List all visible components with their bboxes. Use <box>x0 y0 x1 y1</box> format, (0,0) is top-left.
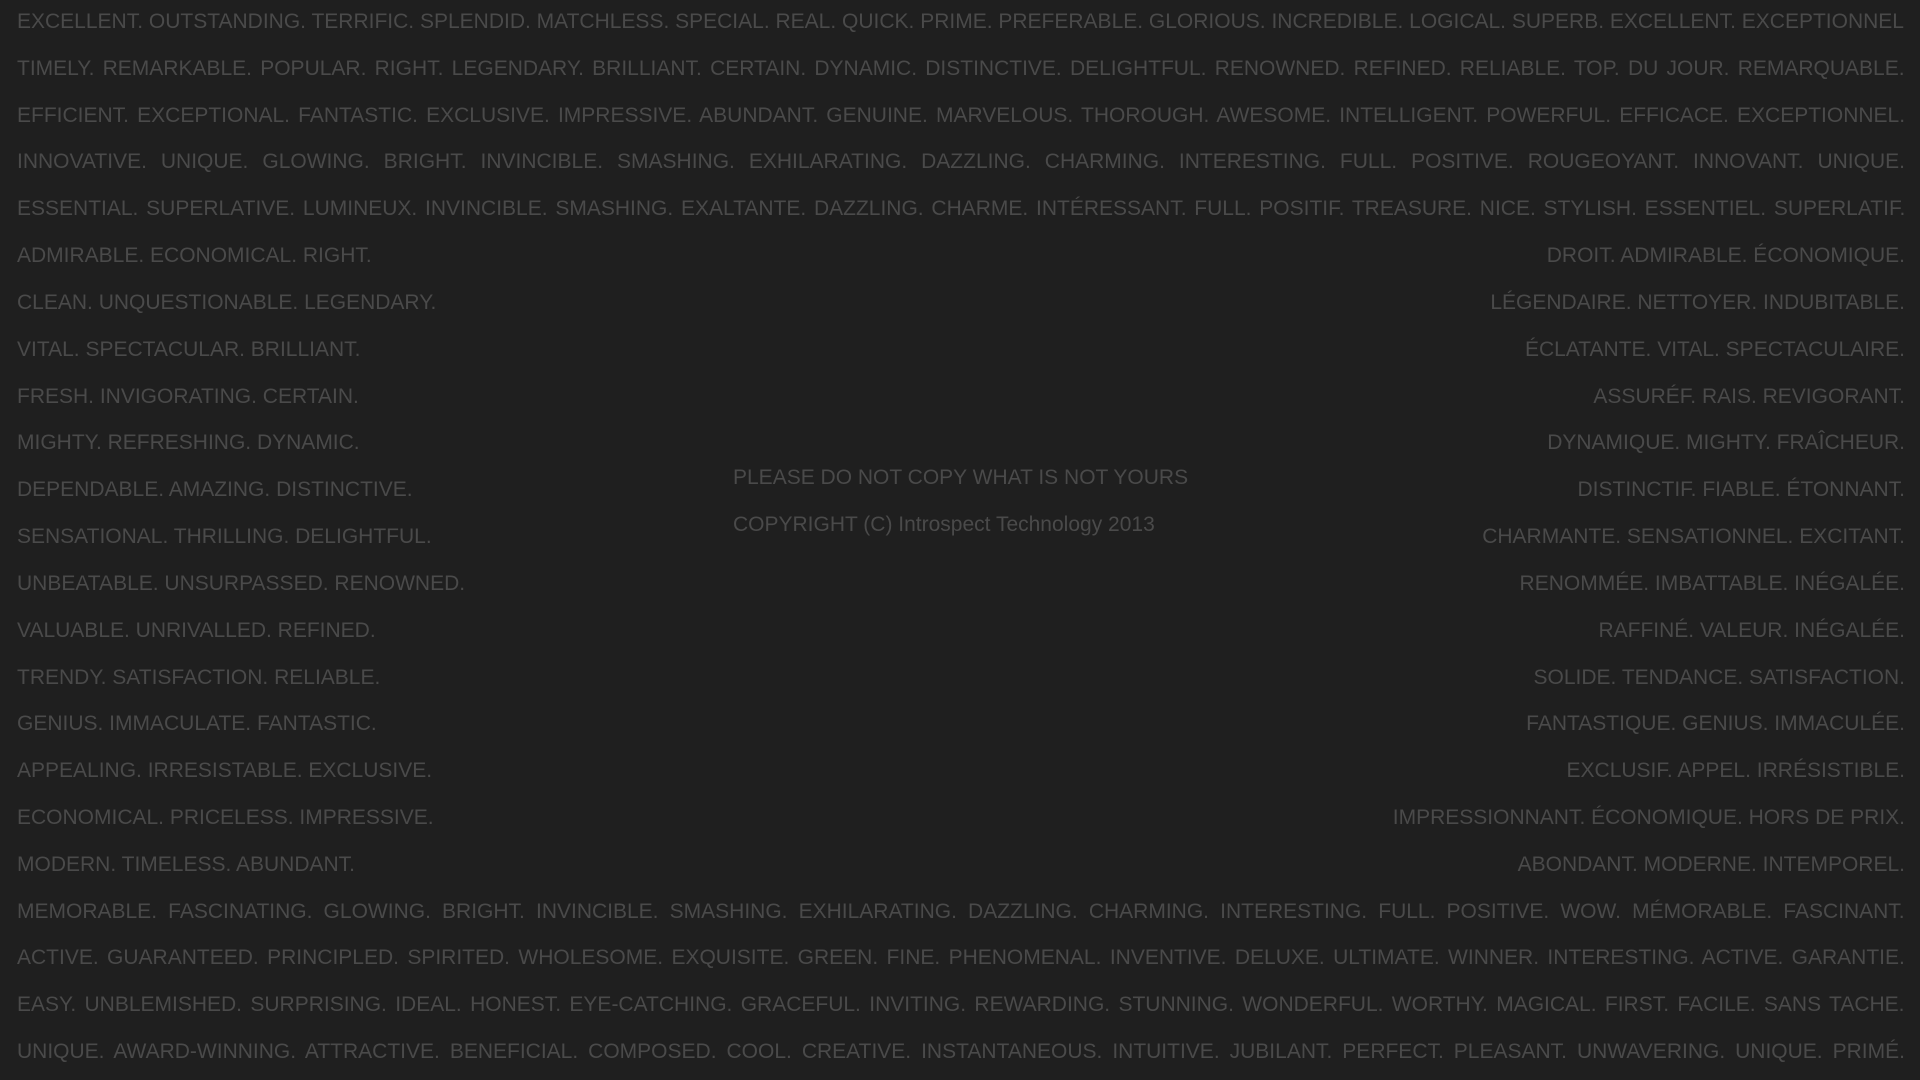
left-text: TRENDY. SATISFACTION. RELIABLE. <box>17 666 381 689</box>
left-text: ECONOMICAL. PRICELESS. IMPRESSIVE. <box>17 806 434 829</box>
left-text: FRESH. INVIGORATING. CERTAIN. <box>17 385 359 408</box>
right-text: SOLIDE. TENDANCE. SATISFACTION. <box>1533 666 1905 689</box>
left-text: ADMIRABLE. ECONOMICAL. RIGHT. <box>17 244 372 267</box>
right-text: RENOMMÉE. IMBATTABLE. INÉGALÉE. <box>1519 572 1905 595</box>
left-text: VALUABLE. UNRIVALLED. REFINED. <box>17 619 376 642</box>
full-row-3: EFFICIENT. EXCEPTIONAL. FANTASTIC. EXCLU… <box>17 103 1905 129</box>
side-row-4: FRESH. INVIGORATING. CERTAIN. ASSURÉF. RA… <box>17 384 1905 410</box>
row-text: EASY. UNBLEMISHED. SURPRISING. IDEAL. HO… <box>17 993 1905 1016</box>
full-row-4: INNOVATIVE. UNIQUE. GLOWING. BRIGHT. INV… <box>17 149 1905 175</box>
bottom-row-4: UNIQUE. AWARD-WINNING. ATTRACTIVE. BENEF… <box>17 1039 1905 1065</box>
full-row-5: ESSENTIAL. SUPERLATIVE. LUMINEUX. INVINC… <box>17 196 1905 222</box>
left-text: GENIUS. IMMACULATE. FANTASTIC. <box>17 712 377 735</box>
side-row-13: ECONOMICAL. PRICELESS. IMPRESSIVE. IMPRES… <box>17 805 1905 831</box>
right-text: RAFFINÉ. VALEUR. INÉGALÉE. <box>1598 619 1905 642</box>
copyright-notice: COPYRIGHT (C) Introspect Technology 2013 <box>733 513 1155 536</box>
row-text: EXCELLENT. OUTSTANDING. TERRIFIC. SPLEND… <box>17 10 1905 33</box>
left-text: MODERN. TIMELESS. ABUNDANT. <box>17 853 356 876</box>
side-row-14: MODERN. TIMELESS. ABUNDANT. ABONDANT. MOD… <box>17 852 1905 878</box>
right-text: DROIT. ADMIRABLE. ÉCONOMIQUE. <box>1546 244 1905 267</box>
right-text: DYNAMIQUE. MIGHTY. FRAÎCHEUR. <box>1547 431 1905 454</box>
right-text: ABONDANT. MODERNE. INTEMPOREL. <box>1517 853 1905 876</box>
row-text: ACTIVE. GUARANTEED. PRINCIPLED. SPIRITED… <box>17 946 1905 969</box>
full-row-1: EXCELLENT. OUTSTANDING. TERRIFIC. SPLEND… <box>17 9 1905 35</box>
right-text: DISTINCTIF. FIABLE. ÉTONNANT. <box>1577 478 1906 501</box>
word-wall-background: EXCELLENT. OUTSTANDING. TERRIFIC. SPLEND… <box>0 0 1920 1080</box>
right-text: CHARMANTE. SENSATIONNEL. EXCITANT. <box>1482 525 1905 548</box>
right-text: IMPRESSIONNANT. ÉCONOMIQUE. HORS DE PRIX… <box>1392 806 1905 829</box>
left-text: UNBEATABLE. UNSURPASSED. RENOWNED. <box>17 572 466 595</box>
side-row-12: APPEALING. IRRESISTABLE. EXCLUSIVE. EXCLU… <box>17 758 1905 784</box>
right-text: FANTASTIQUE. GENIUS. IMMACULÉE. <box>1526 712 1905 735</box>
side-row-2: CLEAN. UNQUESTIONABLE. LEGENDARY. LÉGENDA… <box>17 290 1905 316</box>
right-text: EXCLUSIF. APPEL. IRRÉSISTIBLE. <box>1566 759 1905 782</box>
side-row-1: ADMIRABLE. ECONOMICAL. RIGHT. DROIT. ADMI… <box>17 243 1905 269</box>
side-row-9: VALUABLE. UNRIVALLED. REFINED. RAFFINÉ. V… <box>17 618 1905 644</box>
row-text: INNOVATIVE. UNIQUE. GLOWING. BRIGHT. INV… <box>17 150 1905 173</box>
row-text: MEMORABLE. FASCINATING. GLOWING. BRIGHT.… <box>17 900 1905 923</box>
left-text: VITAL. SPECTACULAR. BRILLIANT. <box>17 338 361 361</box>
full-row-2: TIMELY. REMARKABLE. POPULAR. RIGHT. LEGE… <box>17 56 1905 82</box>
copy-warning: PLEASE DO NOT COPY WHAT IS NOT YOURS <box>733 466 1189 489</box>
side-row-8: UNBEATABLE. UNSURPASSED. RENOWNED. RENOMM… <box>17 571 1905 597</box>
bottom-row-3: EASY. UNBLEMISHED. SURPRISING. IDEAL. HO… <box>17 992 1905 1018</box>
left-text: APPEALING. IRRESISTABLE. EXCLUSIVE. <box>17 759 433 782</box>
side-row-10: TRENDY. SATISFACTION. RELIABLE. SOLIDE. T… <box>17 665 1905 691</box>
row-text: EFFICIENT. EXCEPTIONAL. FANTASTIC. EXCLU… <box>17 104 1905 127</box>
left-text: SENSATIONAL. THRILLING. DELIGHTFUL. <box>17 525 432 548</box>
bottom-row-2: ACTIVE. GUARANTEED. PRINCIPLED. SPIRITED… <box>17 945 1905 971</box>
row-text: TIMELY. REMARKABLE. POPULAR. RIGHT. LEGE… <box>17 57 1905 80</box>
left-text: MIGHTY. REFRESHING. DYNAMIC. <box>17 431 360 454</box>
row-text: ESSENTIAL. SUPERLATIVE. LUMINEUX. INVINC… <box>17 197 1905 220</box>
side-row-3: VITAL. SPECTACULAR. BRILLIANT. ÉCLATANTE.… <box>17 337 1905 363</box>
right-text: LÉGENDAIRE. NETTOYER. INDUBITABLE. <box>1490 291 1905 314</box>
left-text: DEPENDABLE. AMAZING. DISTINCTIVE. <box>17 478 413 501</box>
bottom-row-1: MEMORABLE. FASCINATING. GLOWING. BRIGHT.… <box>17 899 1905 925</box>
right-text: ASSURÉF. RAIS. REVIGORANT. <box>1593 385 1905 408</box>
left-text: CLEAN. UNQUESTIONABLE. LEGENDARY. <box>17 291 437 314</box>
side-row-11: GENIUS. IMMACULATE. FANTASTIC. FANTASTIQU… <box>17 711 1905 737</box>
right-text: ÉCLATANTE. VITAL. SPECTACULAIRE. <box>1524 338 1905 361</box>
row-text: UNIQUE. AWARD-WINNING. ATTRACTIVE. BENEF… <box>17 1040 1905 1063</box>
side-row-5: MIGHTY. REFRESHING. DYNAMIC. DYNAMIQUE. M… <box>17 430 1905 456</box>
